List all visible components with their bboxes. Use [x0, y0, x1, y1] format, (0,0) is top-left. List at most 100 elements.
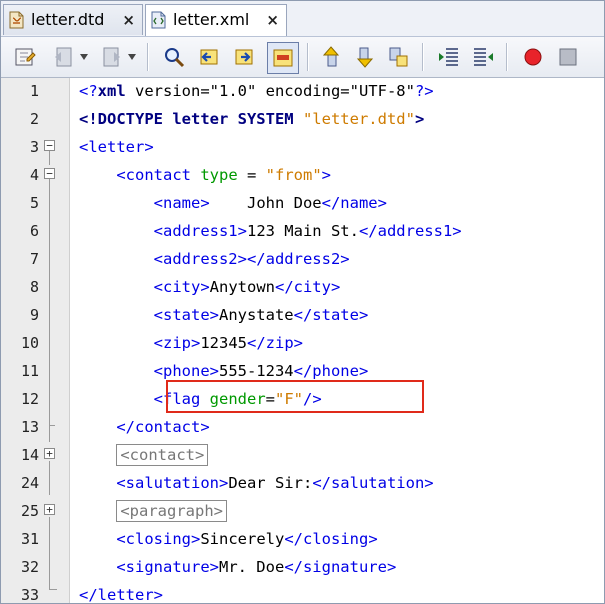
code-token: <name>	[79, 194, 210, 212]
forward-icon[interactable]	[99, 45, 123, 69]
code-line[interactable]: 9 <state>Anystate</state>	[1, 301, 604, 329]
close-icon[interactable]: ×	[122, 5, 135, 35]
code-line[interactable]: 10 <zip>12345</zip>	[1, 329, 604, 357]
chevron-down-icon[interactable]	[80, 54, 88, 60]
find-previous-icon[interactable]	[197, 45, 221, 69]
line-number: 14	[20, 446, 39, 464]
code-line[interactable]: 24 <salutation>Dear Sir:</salutation>	[1, 469, 604, 497]
code-token: <!DOCTYPE letter SYSTEM	[79, 110, 303, 128]
code-line[interactable]: 7 <address2></address2>	[1, 245, 604, 273]
code-text: <contact>	[79, 441, 209, 469]
code-line[interactable]: 5 <name> John Doe</name>	[1, 189, 604, 217]
toolbar-separator	[506, 43, 508, 71]
line-number: 13	[20, 418, 39, 436]
code-token: ?>	[414, 82, 434, 100]
code-text: <address1>123 Main St.</address1>	[79, 217, 462, 245]
code-line[interactable]: 14 + <contact>	[1, 441, 604, 469]
code-line[interactable]: 31 <closing>Sincerely</closing>	[1, 525, 604, 553]
start-macro-icon[interactable]	[521, 45, 545, 69]
folded-block[interactable]: <contact>	[116, 444, 209, 466]
code-token: </phone>	[293, 362, 369, 380]
expand-fold-icon[interactable]: +	[44, 448, 55, 459]
back-icon[interactable]	[52, 45, 76, 69]
editor-window: letter.dtd × letter.xml × 1 <?xml versio…	[0, 0, 605, 604]
code-line[interactable]: 13 </contact>	[1, 413, 604, 441]
line-number: 9	[29, 306, 39, 324]
code-text: <paragraph>	[79, 497, 227, 525]
code-line[interactable]: 3− <letter>	[1, 133, 604, 161]
chevron-down-icon[interactable]	[128, 54, 136, 60]
close-icon[interactable]: ×	[266, 5, 279, 35]
code-token: Anytown	[209, 278, 275, 296]
code-line[interactable]: 2 <!DOCTYPE letter SYSTEM "letter.dtd">	[1, 105, 604, 133]
code-token: "letter.dtd"	[302, 110, 415, 128]
code-token: <letter>	[79, 138, 154, 156]
code-token: <address1>	[79, 222, 247, 240]
code-token: <salutation>	[79, 474, 229, 492]
line-number: 32	[20, 558, 39, 576]
toolbar-separator	[422, 43, 424, 71]
toolbar-separator	[147, 43, 149, 71]
code-line[interactable]: 25 + <paragraph>	[1, 497, 604, 525]
code-token: John Doe	[209, 194, 322, 212]
shift-left-icon[interactable]	[437, 45, 461, 69]
tab-letter-dtd[interactable]: letter.dtd ×	[3, 4, 143, 35]
code-token: </closing>	[284, 530, 378, 548]
code-token: Sincerely	[200, 530, 285, 548]
stop-macro-icon[interactable]	[556, 45, 580, 69]
code-text: <zip>12345</zip>	[79, 329, 303, 357]
line-number: 12	[20, 390, 39, 408]
next-bookmark-icon[interactable]	[353, 45, 377, 69]
line-number: 4	[29, 166, 39, 184]
code-token: </city>	[274, 278, 341, 296]
dtd-file-icon	[9, 11, 24, 29]
code-token: 555-1234	[218, 362, 294, 380]
collapse-fold-icon[interactable]: −	[44, 140, 55, 151]
line-number: 8	[29, 278, 39, 296]
line-number: 11	[20, 362, 39, 380]
line-number: 33	[20, 586, 39, 604]
code-token: <state>	[79, 306, 219, 324]
code-token: <closing>	[79, 530, 201, 548]
code-token: </signature>	[284, 558, 397, 576]
previous-bookmark-icon[interactable]	[319, 45, 343, 69]
line-number: 5	[29, 194, 39, 212]
code-token: 123 Main St.	[246, 222, 359, 240]
toggle-highlight-icon[interactable]	[267, 42, 299, 74]
last-edit-icon[interactable]	[13, 45, 37, 69]
code-token: <address2></address2>	[79, 250, 350, 268]
code-text: <signature>Mr. Doe</signature>	[79, 553, 396, 581]
line-number: 1	[29, 82, 39, 100]
code-token: </letter>	[79, 586, 163, 604]
tab-letter-xml[interactable]: letter.xml ×	[145, 4, 287, 36]
code-line[interactable]: 33 </letter>	[1, 581, 604, 604]
expand-fold-icon[interactable]: +	[44, 504, 55, 515]
tab-label: letter.dtd	[31, 10, 105, 29]
code-token: </salutation>	[312, 474, 434, 492]
collapse-fold-icon[interactable]: −	[44, 168, 55, 179]
code-text: <closing>Sincerely</closing>	[79, 525, 378, 553]
code-text: <!DOCTYPE letter SYSTEM "letter.dtd">	[79, 105, 424, 133]
line-number: 25	[20, 502, 39, 520]
find-selection-icon[interactable]	[162, 45, 186, 69]
code-editor[interactable]: 1 <?xml version="1.0" encoding="UTF-8"?> 2…	[1, 78, 604, 603]
code-token: <contact	[79, 166, 201, 184]
shift-right-icon[interactable]	[471, 45, 495, 69]
code-text: <name> John Doe</name>	[79, 189, 387, 217]
code-line[interactable]: 6 <address1>123 Main St.</address1>	[1, 217, 604, 245]
tab-label: letter.xml	[173, 10, 250, 29]
code-line[interactable]: 4− <contact type = "from">	[1, 161, 604, 189]
code-token: <signature>	[79, 558, 219, 576]
code-line[interactable]: 32 <signature>Mr. Doe</signature>	[1, 553, 604, 581]
code-text: </letter>	[79, 581, 163, 604]
code-token: >	[414, 110, 425, 128]
code-line[interactable]: 1 <?xml version="1.0" encoding="UTF-8"?>	[1, 77, 604, 105]
folded-block[interactable]: <paragraph>	[116, 500, 227, 522]
code-line[interactable]: 8 <city>Anytown</city>	[1, 273, 604, 301]
find-next-icon[interactable]	[232, 45, 256, 69]
toggle-bookmark-icon[interactable]	[387, 45, 411, 69]
code-token: </name>	[321, 194, 387, 212]
toolbar-separator	[307, 43, 309, 71]
code-text: <salutation>Dear Sir:</salutation>	[79, 469, 434, 497]
